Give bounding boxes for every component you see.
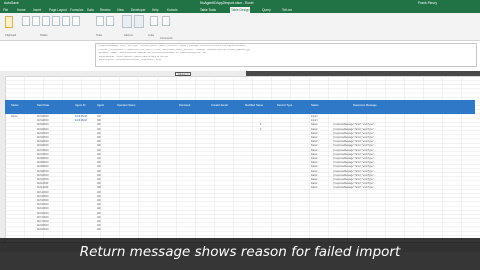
- header-agent[interactable]: Agent: [97, 104, 104, 107]
- group-tools: Tools: [96, 34, 103, 37]
- formula-bar[interactable]: {"responseMessage":"Error","errorType":"…: [95, 43, 477, 67]
- convert-range-button[interactable]: [52, 16, 60, 26]
- summarize-pivot-button[interactable]: [32, 16, 40, 26]
- header-agent-id[interactable]: Agent ID: [75, 104, 85, 107]
- insert-link-button[interactable]: [150, 16, 158, 26]
- group-links: Links: [148, 34, 155, 37]
- paste-button[interactable]: [5, 16, 13, 28]
- cell-agent[interactable]: AW: [97, 228, 101, 232]
- table-row[interactable]: 01/18/2019 AW: [5, 228, 475, 232]
- group-clipboard: Clipboard: [5, 34, 17, 37]
- selected-column-label[interactable]: Column Q: [175, 71, 191, 76]
- group-addins: Add-ins: [124, 34, 133, 37]
- remove-duplicates-button[interactable]: [42, 16, 50, 26]
- header-status[interactable]: Status: [11, 104, 19, 107]
- header-operator-name[interactable]: Operator Name: [117, 104, 136, 107]
- header-record-type[interactable]: Record Type: [277, 104, 292, 107]
- formula-line: "RecordTypeId":"012000000000000AAA","imp…: [98, 59, 163, 62]
- refresh-button[interactable]: [96, 16, 104, 26]
- new-comment-button[interactable]: [162, 16, 170, 26]
- header-start-date[interactable]: Start Date: [37, 104, 49, 107]
- table-header-row: Status Start Date Agent ID Agent Operato…: [5, 100, 475, 114]
- store-button[interactable]: [122, 15, 132, 28]
- group-comments: Comments: [160, 37, 173, 40]
- window-title: NoAgentIDApp2Import.xlsm - Excel: [200, 1, 254, 5]
- header-status-2[interactable]: Status: [311, 104, 319, 107]
- export-button[interactable]: [72, 16, 80, 26]
- my-addins-button[interactable]: [134, 15, 144, 28]
- properties-button[interactable]: [106, 16, 114, 26]
- autosave-label[interactable]: AutoSave: [4, 0, 19, 7]
- table-name-button[interactable]: [22, 16, 30, 26]
- header-contact-email[interactable]: Contact Email: [211, 104, 228, 107]
- header-received[interactable]: Received: [179, 104, 190, 107]
- video-caption-overlay: Return message shows reason for failed i…: [0, 238, 480, 270]
- caption-text: Return message shows reason for failed i…: [79, 244, 401, 260]
- ribbon-body: Clipboard Tables Add-ins Tools Links Com…: [0, 13, 480, 41]
- title-bar: AutoSave NoAgentIDApp2Import.xlsm - Exce…: [0, 0, 480, 7]
- user-name[interactable]: Frank Fleury: [418, 0, 437, 7]
- group-tables: Tables: [40, 34, 48, 37]
- header-modified-name[interactable]: Modified Name: [245, 104, 263, 107]
- cell-start-date[interactable]: 01/18/2019: [37, 228, 49, 232]
- header-response-message[interactable]: Response Message: [353, 104, 377, 107]
- insert-slicer-button[interactable]: [62, 16, 70, 26]
